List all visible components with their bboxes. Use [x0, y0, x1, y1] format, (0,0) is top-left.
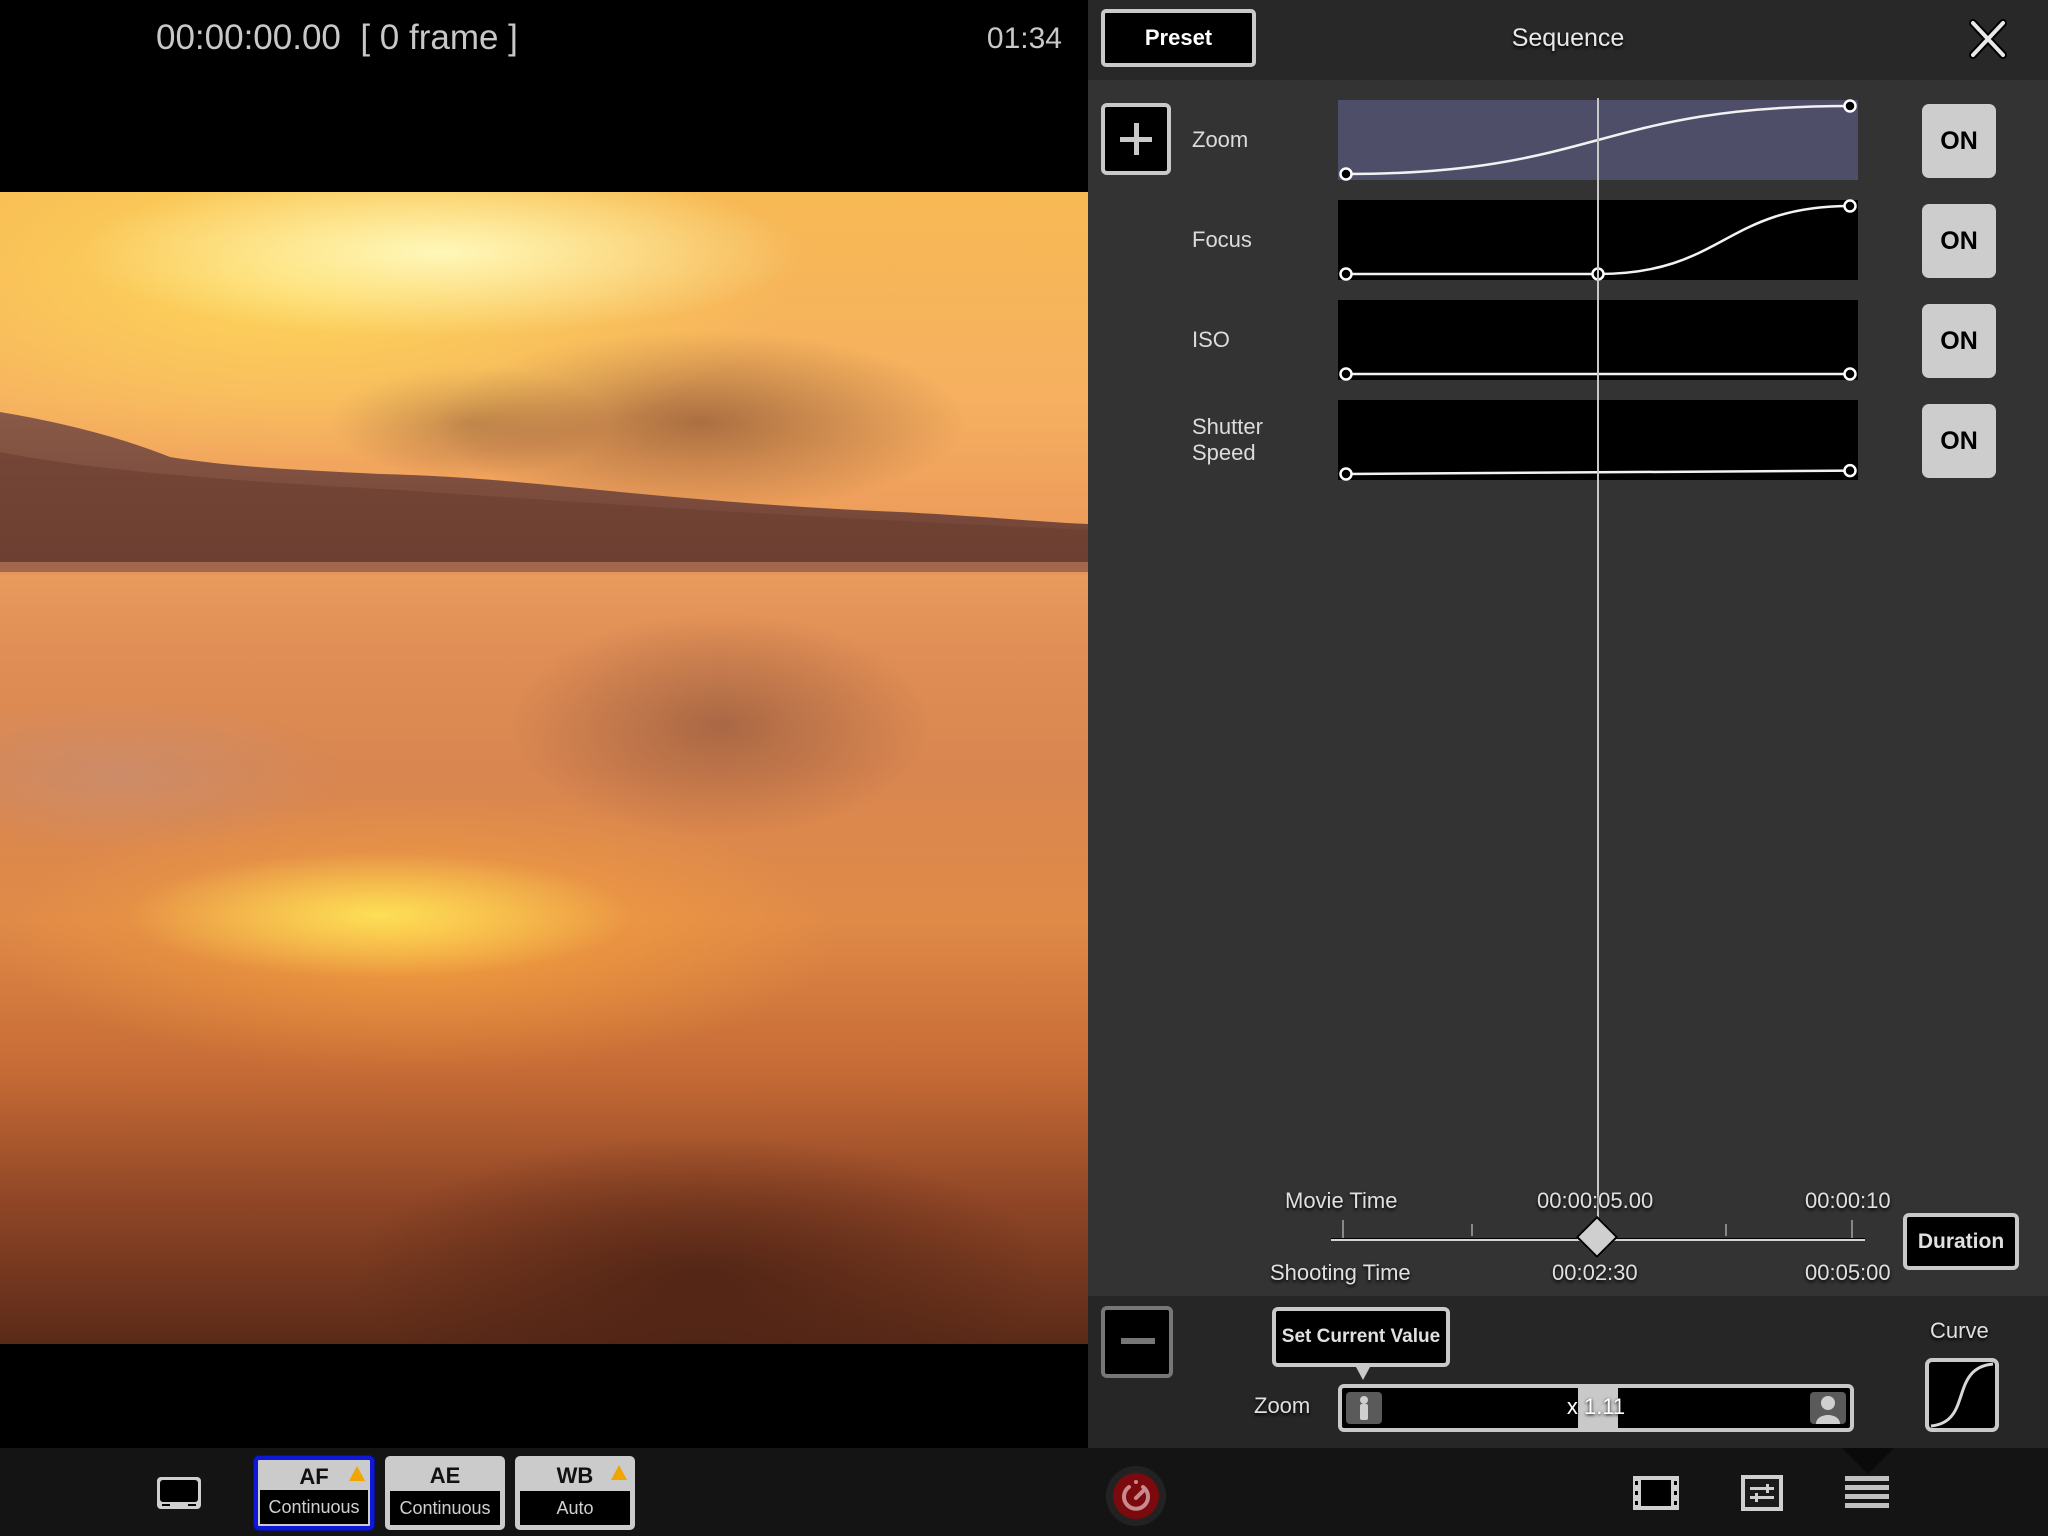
- movie-mode-button[interactable]: [1632, 1474, 1680, 1512]
- track-row-focus: Focus ON: [1088, 199, 2048, 281]
- mode-value: Auto: [520, 1491, 630, 1525]
- timecode: 00:00:00.00: [156, 18, 341, 57]
- timeline-tick: [1342, 1220, 1344, 1238]
- timeline-tick: [1851, 1220, 1853, 1238]
- keyframe-point[interactable]: [1339, 367, 1353, 381]
- s-curve-icon: [1930, 1362, 1994, 1428]
- toggle-iso[interactable]: ON: [1922, 304, 1996, 378]
- sequence-menu-button[interactable]: [1844, 1474, 1892, 1512]
- toggle-shutter-speed[interactable]: ON: [1922, 404, 1996, 478]
- remaining-time: 01:34: [986, 22, 1062, 55]
- af-mode-button[interactable]: AF Continuous: [254, 1456, 374, 1530]
- shooting-time-current: 00:02:30: [1552, 1260, 1638, 1285]
- shooting-time-end: 00:05:00: [1805, 1260, 1891, 1285]
- keyframe-point[interactable]: [1339, 267, 1353, 281]
- keyframe-point[interactable]: [1843, 99, 1857, 113]
- playhead-line[interactable]: [1597, 98, 1599, 1243]
- track-label-line2: Speed: [1192, 440, 1256, 465]
- curve-button[interactable]: [1925, 1358, 1999, 1432]
- viewfinder: 00:00:00.00 [ 0 frame ] 01:34: [0, 0, 1088, 1448]
- settings-button[interactable]: [1740, 1474, 1788, 1512]
- set-current-value-button[interactable]: Set Current Value: [1272, 1307, 1450, 1367]
- bottom-toolbar: AF Continuous AE Continuous WB Auto: [0, 1448, 2048, 1536]
- track-row-iso: ISO ON: [1088, 300, 2048, 381]
- keyframe-controls: Set Current Value Zoom x 1.11 Curve: [1088, 1296, 2048, 1448]
- warning-icon: [349, 1466, 365, 1481]
- monitor-icon: [157, 1477, 201, 1509]
- track-label-line1: Shutter: [1192, 414, 1263, 439]
- record-button[interactable]: [1106, 1466, 1166, 1526]
- keyframe-point[interactable]: [1843, 199, 1857, 213]
- track-label: Shutter Speed: [1192, 414, 1263, 466]
- movie-time-label: Movie Time: [1285, 1188, 1398, 1213]
- wb-mode-button[interactable]: WB Auto: [515, 1456, 635, 1530]
- toggle-focus[interactable]: ON: [1922, 204, 1996, 278]
- timecode-readout: 00:00:00.00 [ 0 frame ]: [156, 18, 518, 58]
- film-icon: [1633, 1476, 1679, 1510]
- mode-name: AE: [429, 1463, 461, 1488]
- mode-value: Continuous: [260, 1490, 368, 1524]
- warning-icon: [611, 1465, 627, 1480]
- preview-water: [0, 575, 1088, 1344]
- close-button[interactable]: [1968, 18, 2008, 60]
- zoom-value-slider[interactable]: x 1.11: [1338, 1384, 1854, 1432]
- menu-icon: [1845, 1476, 1889, 1508]
- camera-preview[interactable]: [0, 192, 1088, 1344]
- keyframe-point[interactable]: [1843, 463, 1857, 478]
- zoom-tele-icon[interactable]: [1810, 1392, 1846, 1424]
- track-label: Focus: [1192, 227, 1252, 252]
- shooting-time-label: Shooting Time: [1270, 1260, 1411, 1285]
- mode-value: Continuous: [390, 1491, 500, 1525]
- ae-mode-button[interactable]: AE Continuous: [385, 1456, 505, 1530]
- panel-title: Sequence: [1511, 24, 1625, 52]
- monitor-button[interactable]: [156, 1476, 202, 1510]
- zoom-value: x 1.11: [1566, 1394, 1626, 1419]
- preview-hills: [0, 412, 1088, 572]
- keyframe-point[interactable]: [1339, 167, 1353, 181]
- movie-time-current: 00:00:05.00: [1537, 1188, 1654, 1213]
- timeline-tick: [1725, 1224, 1727, 1236]
- duration-button[interactable]: Duration: [1903, 1213, 2019, 1270]
- timer-record-icon: [1122, 1480, 1150, 1511]
- remove-track-button[interactable]: [1101, 1306, 1173, 1378]
- sequence-panel: Preset Sequence Zoom ON Focus ON ISO ON …: [1088, 0, 2048, 1448]
- active-tab-pointer: [1842, 1448, 1894, 1474]
- track-row-shutter-speed: Shutter Speed ON: [1088, 400, 2048, 481]
- keyframe-point[interactable]: [1843, 367, 1857, 381]
- time-scrubber-handle[interactable]: [1575, 1215, 1619, 1259]
- timeline-tick: [1471, 1224, 1473, 1236]
- keyframe-point[interactable]: [1339, 467, 1353, 481]
- close-icon: [1969, 19, 2007, 59]
- param-label: Zoom: [1254, 1393, 1311, 1418]
- track-row-zoom: Zoom ON: [1088, 99, 2048, 181]
- frame-count: [ 0 frame ]: [360, 18, 518, 57]
- movie-time-end: 00:00:10: [1805, 1188, 1891, 1213]
- panel-header: Preset Sequence: [1088, 0, 2048, 80]
- callout-pointer: [1356, 1367, 1370, 1380]
- track-label: ISO: [1192, 327, 1230, 352]
- toggle-zoom[interactable]: ON: [1922, 104, 1996, 178]
- settings-sliders-icon: [1741, 1475, 1783, 1511]
- track-label: Zoom: [1192, 127, 1249, 152]
- curve-label: Curve: [1930, 1318, 1989, 1343]
